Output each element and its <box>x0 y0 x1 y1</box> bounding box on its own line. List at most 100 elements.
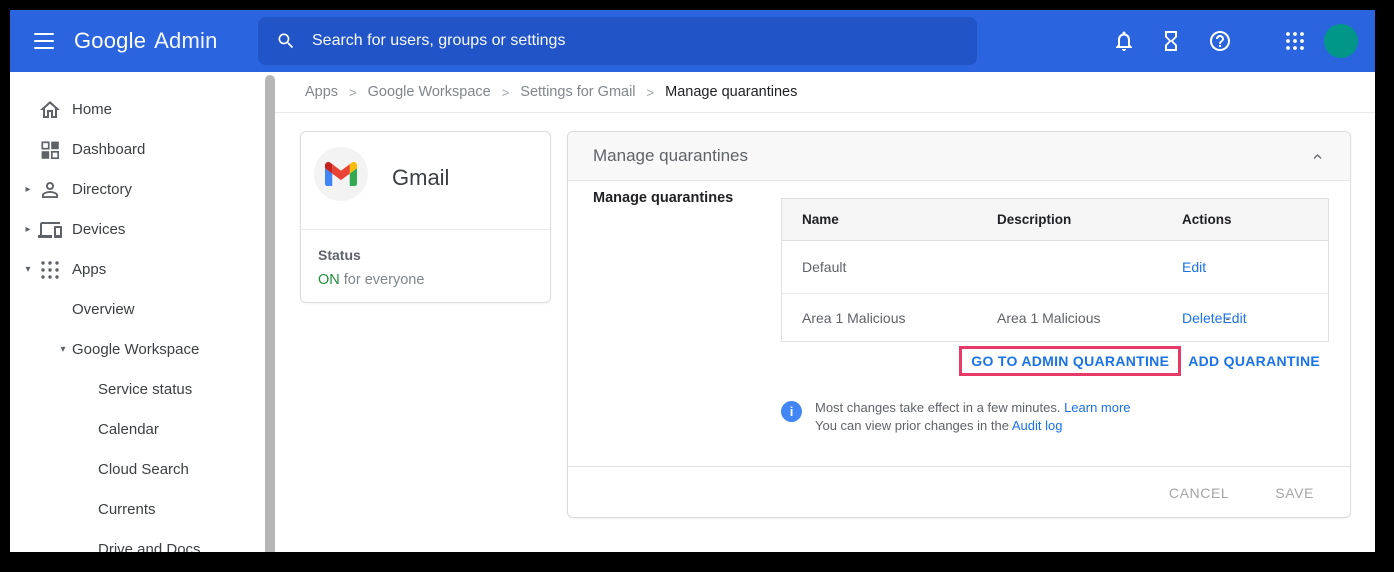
quarantine-name: Area 1 Malicious <box>802 294 906 342</box>
column-header-description: Description <box>997 199 1071 241</box>
sidebar-item-home[interactable]: Home <box>10 90 265 130</box>
logo-google-text: Google <box>74 28 146 54</box>
column-header-actions: Actions <box>1182 199 1232 241</box>
chevron-right-icon[interactable]: ▸ <box>21 210 35 250</box>
status-value: ON for everyone <box>318 272 534 288</box>
panel-header[interactable]: Manage quarantines <box>568 132 1350 181</box>
sidebar-nav: Home Dashboard ▸ Directory ▸ Devices ▾ A… <box>10 72 265 552</box>
gmail-icon <box>325 162 357 186</box>
sidebar-item-label: Cloud Search <box>98 450 189 490</box>
quarantine-name: Default <box>802 241 846 293</box>
save-button[interactable]: SAVE <box>1275 485 1314 501</box>
table-row-area1-malicious: Area 1 Malicious Area 1 Malicious Delete… <box>782 293 1328 341</box>
cancel-button[interactable]: CANCEL <box>1169 485 1229 501</box>
main-content: Apps > Google Workspace > Settings for G… <box>275 72 1375 552</box>
add-quarantine-button[interactable]: ADD QUARANTINE <box>1188 353 1320 369</box>
search-placeholder: Search for users, groups or settings <box>312 32 565 50</box>
manage-quarantines-panel: Manage quarantines Manage quarantines Na… <box>567 131 1351 518</box>
column-header-name: Name <box>802 199 839 241</box>
breadcrumb-google-workspace[interactable]: Google Workspace <box>368 84 491 100</box>
sidebar-item-label: Google Workspace <box>72 330 199 370</box>
chevron-down-icon[interactable]: ▾ <box>56 330 70 370</box>
sidebar-item-label: Apps <box>72 250 106 290</box>
breadcrumb-settings-for-gmail[interactable]: Settings for Gmail <box>520 84 635 100</box>
breadcrumb-apps[interactable]: Apps <box>305 84 338 100</box>
info-text: Most changes take effect in a few minute… <box>815 399 1131 434</box>
hamburger-icon <box>34 33 54 35</box>
sidebar-item-label: Service status <box>98 370 192 410</box>
status-suffix: for everyone <box>344 272 425 288</box>
info-line1: Most changes take effect in a few minute… <box>815 400 1064 415</box>
breadcrumb-separator: > <box>349 85 357 100</box>
quarantine-description: Area 1 Malicious <box>997 294 1101 342</box>
sidebar-item-currents[interactable]: Currents <box>10 490 265 530</box>
status-label: Status <box>318 247 534 263</box>
sidebar-item-label: Home <box>72 90 112 130</box>
sidebar-item-apps[interactable]: ▾ Apps <box>10 250 265 290</box>
chevron-down-icon[interactable]: ▾ <box>21 250 35 290</box>
table-header-row: Name Description Actions <box>782 199 1328 241</box>
table-row-default: Default Edit <box>782 241 1328 293</box>
google-admin-logo[interactable]: Google Admin <box>74 10 218 72</box>
status-on-badge: ON <box>318 272 340 288</box>
sidebar-item-directory[interactable]: ▸ Directory <box>10 170 265 210</box>
main-menu-button[interactable] <box>32 28 58 54</box>
sidebar-item-label: Drive and Docs <box>98 530 201 552</box>
sidebar-item-cloud-search[interactable]: Cloud Search <box>10 450 265 490</box>
link-separator: - <box>1222 294 1233 342</box>
sidebar-item-label: Directory <box>72 170 132 210</box>
info-note: i Most changes take effect in a few minu… <box>781 399 1131 434</box>
chevron-right-icon[interactable]: ▸ <box>21 170 35 210</box>
sidebar-item-devices[interactable]: ▸ Devices <box>10 210 265 250</box>
delete-link[interactable]: Delete <box>1182 310 1222 326</box>
app-title: Gmail <box>392 165 449 191</box>
sidebar-item-service-status[interactable]: Service status <box>10 370 265 410</box>
gmail-card-header: Gmail <box>301 132 550 230</box>
apps-grid-icon[interactable] <box>1283 29 1307 53</box>
panel-footer: CANCEL SAVE <box>568 466 1350 518</box>
sidebar-item-label: Devices <box>72 210 125 250</box>
section-label: Manage quarantines <box>593 190 733 206</box>
sidebar-item-label: Dashboard <box>72 130 145 170</box>
apps-grid-icon <box>38 258 62 282</box>
gmail-app-card: Gmail Status ON for everyone <box>300 131 551 303</box>
notifications-bell-icon[interactable] <box>1112 29 1136 53</box>
dashboard-icon <box>38 138 62 162</box>
help-icon[interactable] <box>1208 29 1232 53</box>
go-to-admin-quarantine-button[interactable]: GO TO ADMIN QUARANTINE <box>971 353 1169 369</box>
logo-admin-text: Admin <box>154 28 217 54</box>
person-icon <box>38 178 62 202</box>
breadcrumb: Apps > Google Workspace > Settings for G… <box>275 72 1375 113</box>
sidebar-item-dashboard[interactable]: Dashboard <box>10 130 265 170</box>
devices-icon <box>38 218 62 242</box>
account-avatar[interactable] <box>1324 24 1358 58</box>
sidebar-item-label: Currents <box>98 490 156 530</box>
info-line2: You can view prior changes in the <box>815 418 1012 433</box>
chevron-up-icon[interactable] <box>1310 149 1325 164</box>
panel-action-buttons: GO TO ADMIN QUARANTINE ADD QUARANTINE <box>959 346 1320 376</box>
info-icon: i <box>781 401 802 422</box>
sidebar-scrollbar[interactable] <box>265 72 275 552</box>
search-bar[interactable]: Search for users, groups or settings <box>258 17 977 65</box>
sidebar-item-overview[interactable]: Overview <box>10 290 265 330</box>
breadcrumb-separator: > <box>647 85 655 100</box>
sidebar-item-calendar[interactable]: Calendar <box>10 410 265 450</box>
gmail-status-section: Status ON for everyone <box>301 230 550 288</box>
top-app-bar: Google Admin Search for users, groups or… <box>10 10 1375 72</box>
screenshot-frame: Google Admin Search for users, groups or… <box>0 0 1394 572</box>
search-icon <box>276 31 296 51</box>
sidebar-item-google-workspace[interactable]: ▾ Google Workspace <box>10 330 265 370</box>
scrollbar-thumb[interactable] <box>265 75 275 552</box>
quarantines-table: Name Description Actions Default Edit Ar… <box>781 198 1329 342</box>
panel-title: Manage quarantines <box>593 146 748 166</box>
gmail-logo-circle <box>314 147 368 201</box>
google-admin-console: Google Admin Search for users, groups or… <box>10 10 1375 552</box>
annotation-highlight-box: GO TO ADMIN QUARANTINE <box>959 346 1181 376</box>
home-icon <box>38 98 62 122</box>
tasks-hourglass-icon[interactable] <box>1159 29 1183 53</box>
learn-more-link[interactable]: Learn more <box>1064 400 1130 415</box>
breadcrumb-separator: > <box>502 85 510 100</box>
edit-link[interactable]: Edit <box>1182 259 1206 275</box>
sidebar-item-drive-and-docs[interactable]: Drive and Docs <box>10 530 265 552</box>
audit-log-link[interactable]: Audit log <box>1012 418 1063 433</box>
